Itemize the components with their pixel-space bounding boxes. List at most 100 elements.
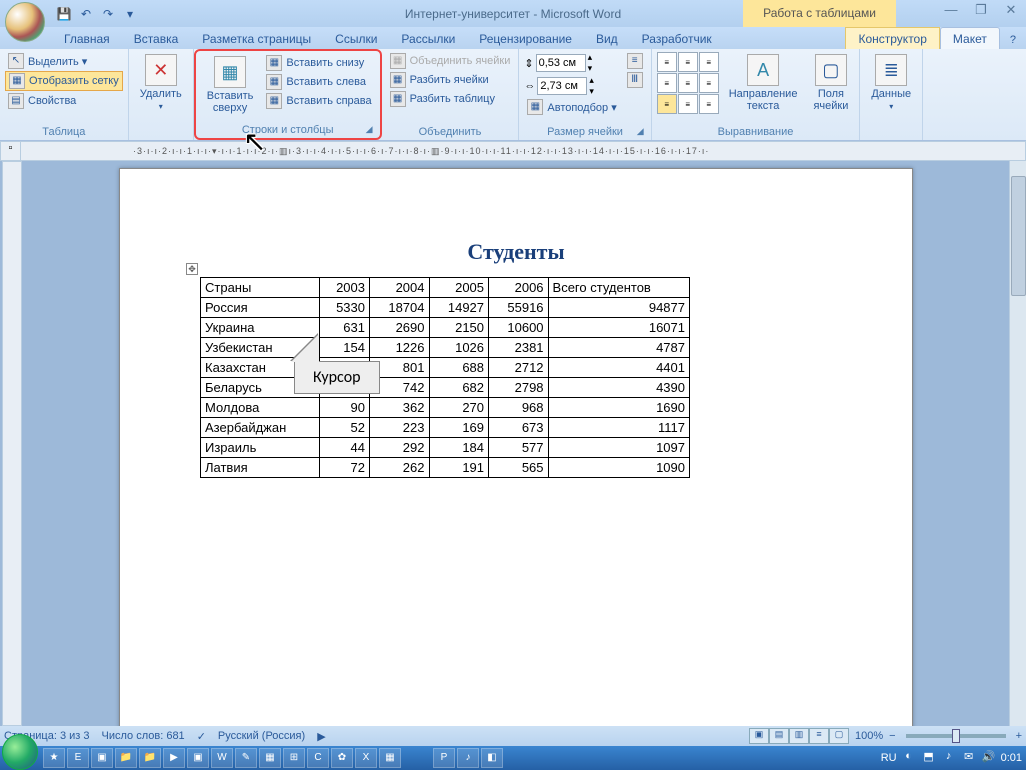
- table-row[interactable]: Латвия722621915651090: [201, 458, 690, 478]
- select-button[interactable]: ↖Выделить ▾: [5, 52, 123, 70]
- vertical-scrollbar[interactable]: [1009, 161, 1026, 726]
- table-cell[interactable]: 2150: [429, 318, 489, 338]
- table-cell[interactable]: 1026: [429, 338, 489, 358]
- align-mc[interactable]: ≡: [678, 73, 698, 93]
- table-cell[interactable]: 968: [489, 398, 549, 418]
- zoom-slider[interactable]: [906, 734, 1006, 738]
- table-row[interactable]: Узбекистан1541226102623814787: [201, 338, 690, 358]
- tab-mailings[interactable]: Рассылки: [389, 28, 467, 49]
- tray-icon[interactable]: ✉: [961, 750, 977, 766]
- align-tl[interactable]: ≡: [657, 52, 677, 72]
- spinner-icon[interactable]: ▴▾: [588, 52, 593, 74]
- table-cell[interactable]: Латвия: [201, 458, 320, 478]
- task-item[interactable]: P: [433, 748, 455, 768]
- task-item[interactable]: W: [211, 748, 233, 768]
- table-cell[interactable]: 94877: [548, 298, 689, 318]
- split-table-button[interactable]: ▦Разбить таблицу: [387, 90, 514, 108]
- table-cell[interactable]: Азербайджан: [201, 418, 320, 438]
- table-cell[interactable]: 362: [369, 398, 429, 418]
- table-cell[interactable]: 2381: [489, 338, 549, 358]
- table-cell[interactable]: 1690: [548, 398, 689, 418]
- table-cell[interactable]: 52: [320, 418, 370, 438]
- task-item[interactable]: 📁: [115, 748, 137, 768]
- autofit-button[interactable]: ▦Автоподбор ▾: [524, 98, 619, 116]
- table-header-cell[interactable]: Страны: [201, 278, 320, 298]
- table-cell[interactable]: Молдова: [201, 398, 320, 418]
- text-direction-button[interactable]: AНаправление текста: [723, 52, 804, 114]
- table-move-handle-icon[interactable]: ✥: [186, 263, 198, 275]
- page[interactable]: Студенты ✥ Страны2003200420052006Всего с…: [119, 168, 913, 726]
- table-row[interactable]: Азербайджан522231696731117: [201, 418, 690, 438]
- task-item[interactable]: ▦: [259, 748, 281, 768]
- view-web[interactable]: ▥: [789, 728, 809, 744]
- vertical-ruler[interactable]: [2, 161, 22, 726]
- task-item[interactable]: X: [355, 748, 377, 768]
- office-button[interactable]: [5, 2, 45, 42]
- data-table[interactable]: Страны2003200420052006Всего студентовРос…: [200, 277, 690, 478]
- insert-below-button[interactable]: ▦Вставить снизу: [263, 54, 374, 72]
- task-item[interactable]: ▦: [379, 748, 401, 768]
- status-words[interactable]: Число слов: 681: [102, 730, 185, 742]
- insert-left-button[interactable]: ▦Вставить слева: [263, 73, 374, 91]
- task-item[interactable]: ⊞: [283, 748, 305, 768]
- view-print-layout[interactable]: ▣: [749, 728, 769, 744]
- tray-icon[interactable]: ⬒: [921, 750, 937, 766]
- dialog-launcher-rows[interactable]: ◢: [366, 124, 378, 136]
- zoom-thumb[interactable]: [952, 729, 960, 743]
- table-row[interactable]: Молдова903622709681690: [201, 398, 690, 418]
- table-cell[interactable]: 14927: [429, 298, 489, 318]
- table-header-cell[interactable]: 2005: [429, 278, 489, 298]
- table-cell[interactable]: 1097: [548, 438, 689, 458]
- view-outline[interactable]: ≡: [809, 728, 829, 744]
- table-header-cell[interactable]: 2003: [320, 278, 370, 298]
- cell-margins-button[interactable]: ▢Поля ячейки: [807, 52, 854, 114]
- gridlines-button[interactable]: ▦Отобразить сетку: [5, 71, 123, 91]
- align-bc[interactable]: ≡: [678, 94, 698, 114]
- table-cell[interactable]: 4787: [548, 338, 689, 358]
- table-cell[interactable]: 673: [489, 418, 549, 438]
- tab-review[interactable]: Рецензирование: [467, 28, 584, 49]
- volume-icon[interactable]: 🔊: [981, 750, 997, 766]
- table-cell[interactable]: 262: [369, 458, 429, 478]
- horizontal-ruler[interactable]: ▫ ·3·ı·ı·2·ı·ı·1·ı·ı·▾·ı·ı·1·ı·ı·2·ı·▥ı·…: [0, 141, 1026, 161]
- align-tc[interactable]: ≡: [678, 52, 698, 72]
- document-area[interactable]: Студенты ✥ Страны2003200420052006Всего с…: [24, 163, 1008, 726]
- table-cell[interactable]: 2798: [489, 378, 549, 398]
- column-width-input[interactable]: ⇔▴▾: [524, 75, 619, 97]
- view-full-screen[interactable]: ▤: [769, 728, 789, 744]
- task-item[interactable]: E: [67, 748, 89, 768]
- tab-design[interactable]: Конструктор: [845, 27, 939, 49]
- table-cell[interactable]: 223: [369, 418, 429, 438]
- align-bl[interactable]: ≡: [657, 94, 677, 114]
- table-row[interactable]: Казахстан80168827124401: [201, 358, 690, 378]
- tray-lang[interactable]: RU: [881, 752, 897, 764]
- undo-icon[interactable]: ↶: [76, 4, 96, 24]
- table-cell[interactable]: 2690: [369, 318, 429, 338]
- task-item[interactable]: ♪: [457, 748, 479, 768]
- tab-references[interactable]: Ссылки: [323, 28, 389, 49]
- split-cells-button[interactable]: ▦Разбить ячейки: [387, 71, 514, 89]
- align-ml[interactable]: ≡: [657, 73, 677, 93]
- tab-view[interactable]: Вид: [584, 28, 630, 49]
- distribute-rows-button[interactable]: ≡: [624, 52, 646, 70]
- tab-page-layout[interactable]: Разметка страницы: [190, 28, 323, 49]
- tray-icon[interactable]: ♪: [941, 750, 957, 766]
- table-cell[interactable]: 1226: [369, 338, 429, 358]
- task-item[interactable]: ▣: [187, 748, 209, 768]
- task-item[interactable]: ✿: [331, 748, 353, 768]
- table-cell[interactable]: 10600: [489, 318, 549, 338]
- zoom-out-icon[interactable]: −: [889, 730, 895, 742]
- zoom-in-icon[interactable]: +: [1016, 730, 1022, 742]
- table-cell[interactable]: 1117: [548, 418, 689, 438]
- table-row[interactable]: Беларусь74268227984390: [201, 378, 690, 398]
- table-header-cell[interactable]: Всего студентов: [548, 278, 689, 298]
- table-cell[interactable]: 577: [489, 438, 549, 458]
- tab-layout[interactable]: Макет: [940, 27, 1000, 49]
- save-icon[interactable]: 💾: [54, 4, 74, 24]
- table-cell[interactable]: 4390: [548, 378, 689, 398]
- table-cell[interactable]: 55916: [489, 298, 549, 318]
- task-item[interactable]: ▣: [91, 748, 113, 768]
- status-macro-icon[interactable]: ▶: [317, 730, 325, 743]
- task-item[interactable]: ✎: [235, 748, 257, 768]
- task-item[interactable]: ◧: [481, 748, 503, 768]
